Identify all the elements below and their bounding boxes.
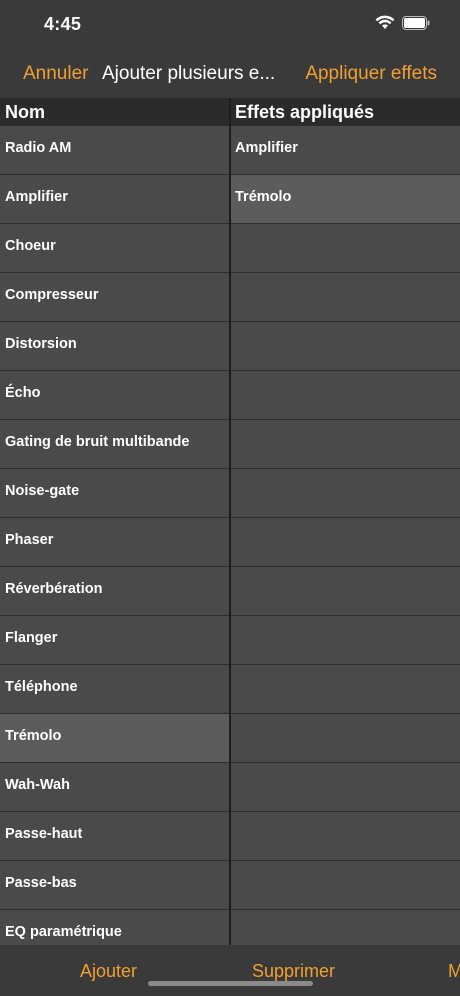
applied-effect-row[interactable]: Amplifier [231, 126, 460, 175]
effect-row[interactable]: Passe-haut [0, 812, 229, 861]
effect-row[interactable]: Radio AM [0, 126, 229, 175]
effect-row[interactable]: Écho [0, 371, 229, 420]
effect-row[interactable]: Amplifier [0, 175, 229, 224]
cancel-button[interactable]: Annuler [23, 63, 89, 85]
home-indicator[interactable] [148, 981, 313, 986]
empty-row [231, 714, 460, 763]
empty-row [231, 420, 460, 469]
empty-row [231, 469, 460, 518]
applied-effects-list: Effets appliqués Amplifier Trémolo [231, 98, 460, 945]
empty-row [231, 763, 460, 812]
empty-row [231, 322, 460, 371]
effect-row[interactable]: Compresseur [0, 273, 229, 322]
status-bar: 4:45 [0, 0, 460, 50]
bottom-toolbar: Ajouter Supprimer M [0, 945, 460, 996]
effect-row[interactable]: Phaser [0, 518, 229, 567]
more-button[interactable]: M [448, 961, 460, 982]
status-time: 4:45 [44, 14, 82, 34]
wifi-icon [375, 15, 395, 29]
effect-row[interactable]: Réverbération [0, 567, 229, 616]
delete-button[interactable]: Supprimer [252, 961, 335, 982]
empty-row [231, 567, 460, 616]
empty-row [231, 518, 460, 567]
effect-row[interactable]: Choeur [0, 224, 229, 273]
effect-row[interactable]: Passe-bas [0, 861, 229, 910]
applied-effect-row-selected[interactable]: Trémolo [231, 175, 460, 224]
empty-row [231, 273, 460, 322]
add-button[interactable]: Ajouter [80, 961, 137, 982]
effect-row[interactable]: Noise-gate [0, 469, 229, 518]
empty-row [231, 224, 460, 273]
empty-row [231, 665, 460, 714]
effects-panel: Nom Radio AM Amplifier Choeur Compresseu… [0, 98, 460, 945]
battery-icon [402, 15, 430, 30]
effects-list: Nom Radio AM Amplifier Choeur Compresseu… [0, 98, 229, 945]
effect-row[interactable]: Distorsion [0, 322, 229, 371]
effect-row[interactable]: Téléphone [0, 665, 229, 714]
name-column-header: Nom [0, 98, 229, 126]
empty-row [231, 910, 460, 945]
effect-row-selected[interactable]: Trémolo [0, 714, 229, 763]
page-title: Ajouter plusieurs e... [102, 63, 276, 84]
empty-row [231, 861, 460, 910]
apply-effects-button[interactable]: Appliquer effets [305, 63, 437, 85]
navigation-bar: Annuler Ajouter plusieurs e... Appliquer… [0, 50, 460, 98]
effect-row[interactable]: Wah-Wah [0, 763, 229, 812]
effect-row[interactable]: Flanger [0, 616, 229, 665]
status-icons [375, 15, 430, 30]
empty-row [231, 812, 460, 861]
effect-row[interactable]: Gating de bruit multibande [0, 420, 229, 469]
empty-row [231, 616, 460, 665]
applied-column-header: Effets appliqués [231, 98, 460, 126]
empty-row [231, 371, 460, 420]
effect-row[interactable]: EQ paramétrique [0, 910, 229, 945]
